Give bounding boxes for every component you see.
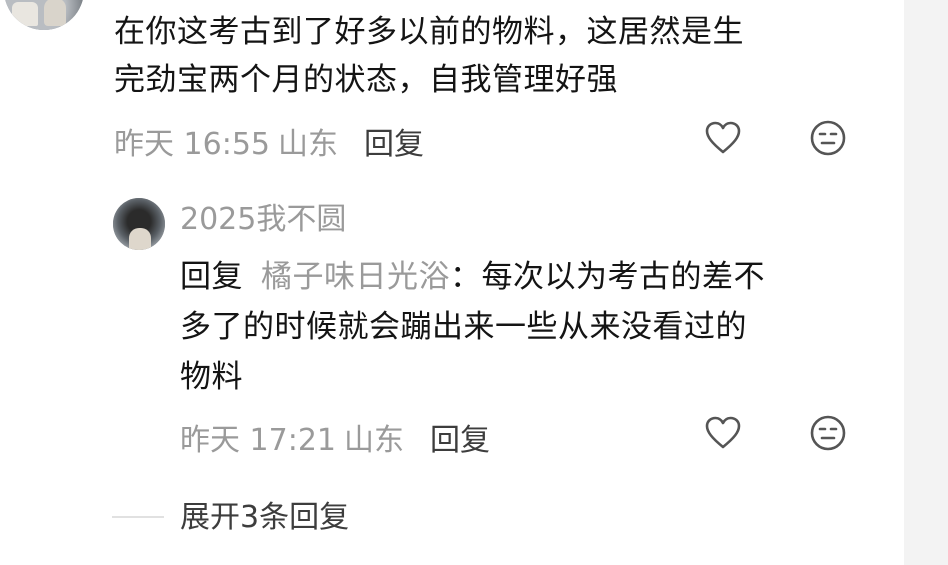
comment-location: 山东 <box>278 127 338 162</box>
reply-target-user[interactable]: 橘子味日光浴 <box>261 259 450 295</box>
comment-meta: 昨天 16:55 山东 回复 <box>114 119 424 163</box>
heart-outline-icon[interactable] <box>703 118 743 158</box>
expand-divider <box>112 516 164 518</box>
comment-thread: 在你这考古到了好多以前的物料，这居然是生 完劲宝两个月的状态，自我管理好强 昨天… <box>0 0 948 565</box>
side-strip <box>904 0 948 565</box>
comment-text-line: 完劲宝两个月的状态，自我管理好强 <box>114 62 618 98</box>
expand-replies-button[interactable]: 展开3条回复 <box>180 496 349 540</box>
meh-face-icon[interactable] <box>808 118 848 158</box>
reply-body: 回复 橘子味日光浴：每次以为考古的差不 多了的时候就会蹦出来一些从来没看过的 物料 <box>180 252 870 402</box>
reply-meta: 昨天 17:21 山东 回复 <box>180 415 490 459</box>
reply-text-line: 物料 <box>180 359 243 395</box>
reply-button[interactable]: 回复 <box>364 119 424 163</box>
comment-time: 昨天 16:55 <box>114 127 270 162</box>
comment-text-line: 在你这考古到了好多以前的物料，这居然是生 <box>114 14 744 50</box>
comment-body: 在你这考古到了好多以前的物料，这居然是生 完劲宝两个月的状态，自我管理好强 <box>114 8 874 104</box>
reply-text-line: ：每次以为考古的差不 <box>450 259 765 295</box>
reply-button[interactable]: 回复 <box>430 415 490 459</box>
reply-time: 昨天 17:21 <box>180 423 336 458</box>
reply-text-line: 多了的时候就会蹦出来一些从来没看过的 <box>180 309 747 345</box>
avatar[interactable] <box>113 198 165 250</box>
reply-username[interactable]: 2025我不圆 <box>180 198 346 242</box>
meh-face-icon[interactable] <box>808 413 848 453</box>
avatar[interactable] <box>4 0 84 30</box>
reply-location: 山东 <box>344 423 404 458</box>
heart-outline-icon[interactable] <box>703 413 743 453</box>
reply-prefix: 回复 <box>180 259 243 295</box>
